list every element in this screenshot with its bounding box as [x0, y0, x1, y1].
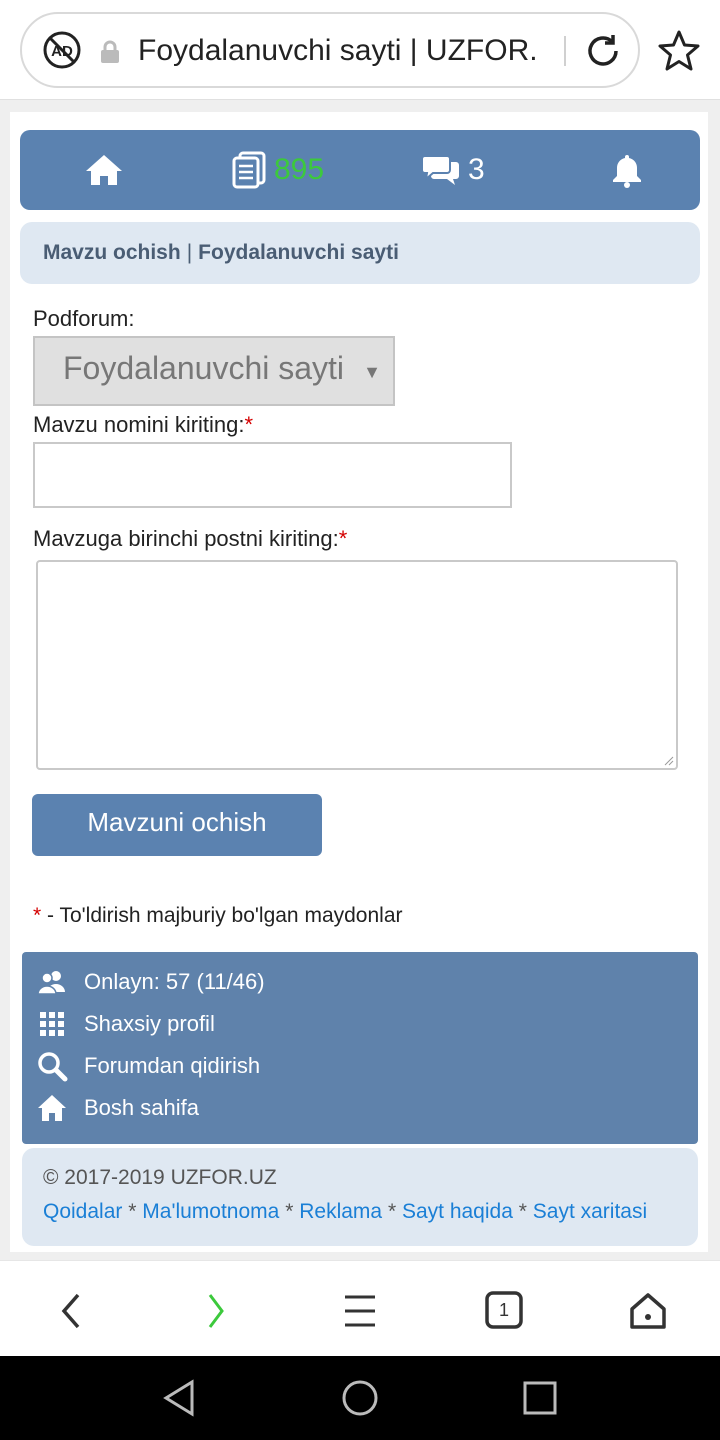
page-content: 895 3 Mavzu ochish | Foydalanuvchi sayti…	[10, 112, 708, 1252]
url-field[interactable]: AD Foydalanuvchi sayti | UZFOR.	[20, 12, 640, 88]
required-mark: *	[33, 904, 42, 927]
footer-link-ads[interactable]: Reklama	[299, 1200, 382, 1223]
lock-icon	[101, 40, 119, 63]
browser-toolbar: 1	[0, 1260, 720, 1356]
nav-home[interactable]	[84, 130, 124, 210]
footer-link-sitemap[interactable]: Sayt xaritasi	[533, 1200, 647, 1223]
create-topic-button[interactable]: Mavzuni ochish	[32, 794, 322, 856]
document-icon	[232, 151, 266, 189]
required-note-text: - To'ldirish majburiy bo'lgan maydonlar	[47, 904, 403, 927]
footer-separator: *	[387, 1200, 397, 1223]
home-icon	[86, 155, 122, 185]
system-nav-bar	[0, 1356, 720, 1440]
post-label-text: Mavzuga birinchi postni kiriting:	[33, 526, 339, 551]
bookmark-star-icon[interactable]	[656, 28, 702, 74]
grid-icon	[40, 1012, 64, 1036]
url-title[interactable]: Foydalanuvchi sayti | UZFOR.	[138, 32, 558, 70]
bell-icon	[613, 155, 641, 188]
home-icon[interactable]	[624, 1287, 672, 1335]
online-users-link[interactable]: Onlayn: 57 (11/46)	[36, 962, 265, 1002]
breadcrumb: Mavzu ochish | Foydalanuvchi sayti	[20, 222, 700, 284]
online-count: Onlayn: 57 (11/46)	[84, 969, 265, 994]
podforum-selected-value: Foydalanuvchi sayti	[63, 350, 345, 386]
system-home-icon[interactable]	[340, 1378, 380, 1418]
footer-links: Qoidalar * Ma'lumotnoma * Reklama * Sayt…	[43, 1200, 647, 1224]
top-nav-bar: 895 3	[20, 130, 700, 210]
nav-messages[interactable]: 3	[422, 130, 485, 210]
reload-icon[interactable]	[582, 30, 624, 72]
ad-block-icon[interactable]: AD	[42, 30, 82, 70]
copyright: © 2017-2019 UZFOR.UZ	[43, 1166, 277, 1189]
title-label: Mavzu nomini kiriting:*	[33, 412, 253, 438]
breadcrumb-separator: |	[186, 241, 193, 264]
required-mark: *	[338, 526, 348, 551]
footer-separator: *	[128, 1200, 137, 1223]
back-arrow-icon[interactable]	[48, 1287, 96, 1335]
forum-search-link[interactable]: Forumdan qidirish	[36, 1046, 260, 1086]
title-label-text: Mavzu nomini kiriting:	[33, 412, 245, 437]
post-label: Mavzuga birinchi postni kiriting:*	[33, 526, 347, 552]
podforum-label: Podforum:	[33, 306, 135, 331]
url-divider	[564, 36, 566, 66]
users-icon	[37, 971, 65, 995]
forward-arrow-icon[interactable]	[192, 1287, 240, 1335]
footer-separator: *	[285, 1200, 294, 1223]
profile-link[interactable]: Shaxsiy profil	[36, 1004, 215, 1044]
posts-count: 895	[274, 153, 325, 186]
footer-link-about[interactable]: Sayt haqida	[402, 1200, 513, 1223]
system-recents-icon[interactable]	[520, 1378, 560, 1418]
breadcrumb-current: Mavzu ochish	[43, 241, 181, 264]
breadcrumb-link-podforum[interactable]: Foydalanuvchi sayti	[198, 241, 399, 265]
chat-bubbles-icon	[422, 155, 459, 185]
search-icon	[38, 1052, 68, 1082]
topic-title-input[interactable]	[33, 442, 512, 508]
messages-count: 3	[468, 153, 485, 186]
profile-label: Shaxsiy profil	[84, 1011, 215, 1036]
footer-separator: *	[518, 1200, 527, 1223]
nav-posts[interactable]: 895	[232, 130, 324, 210]
podforum-select[interactable]: Foydalanuvchi sayti ▼	[33, 336, 395, 406]
tab-count: 1	[498, 1300, 509, 1320]
required-note: * - To'ldirish majburiy bo'lgan maydonla…	[33, 904, 403, 928]
info-panel: Onlayn: 57 (11/46) Shaxsiy profil Forumd…	[22, 952, 698, 1144]
home-page-link[interactable]: Bosh sahifa	[36, 1088, 199, 1128]
first-post-textarea[interactable]	[36, 560, 678, 770]
home-icon	[38, 1095, 66, 1121]
browser-address-bar: AD Foydalanuvchi sayti | UZFOR.	[0, 0, 720, 100]
nav-notifications[interactable]	[610, 130, 644, 210]
footer-link-help[interactable]: Ma'lumotnoma	[142, 1200, 279, 1223]
chevron-down-icon: ▼	[363, 362, 381, 382]
footer-link-rules[interactable]: Qoidalar	[43, 1200, 122, 1223]
resize-grip-icon[interactable]	[664, 756, 674, 766]
footer: © 2017-2019 UZFOR.UZ Qoidalar * Ma'lumot…	[22, 1148, 698, 1246]
tabs-button[interactable]: 1	[480, 1287, 528, 1335]
home-label: Bosh sahifa	[84, 1095, 199, 1120]
menu-icon[interactable]	[336, 1287, 384, 1335]
search-label: Forumdan qidirish	[84, 1053, 261, 1078]
required-mark: *	[244, 412, 254, 437]
system-back-icon[interactable]	[160, 1378, 200, 1418]
